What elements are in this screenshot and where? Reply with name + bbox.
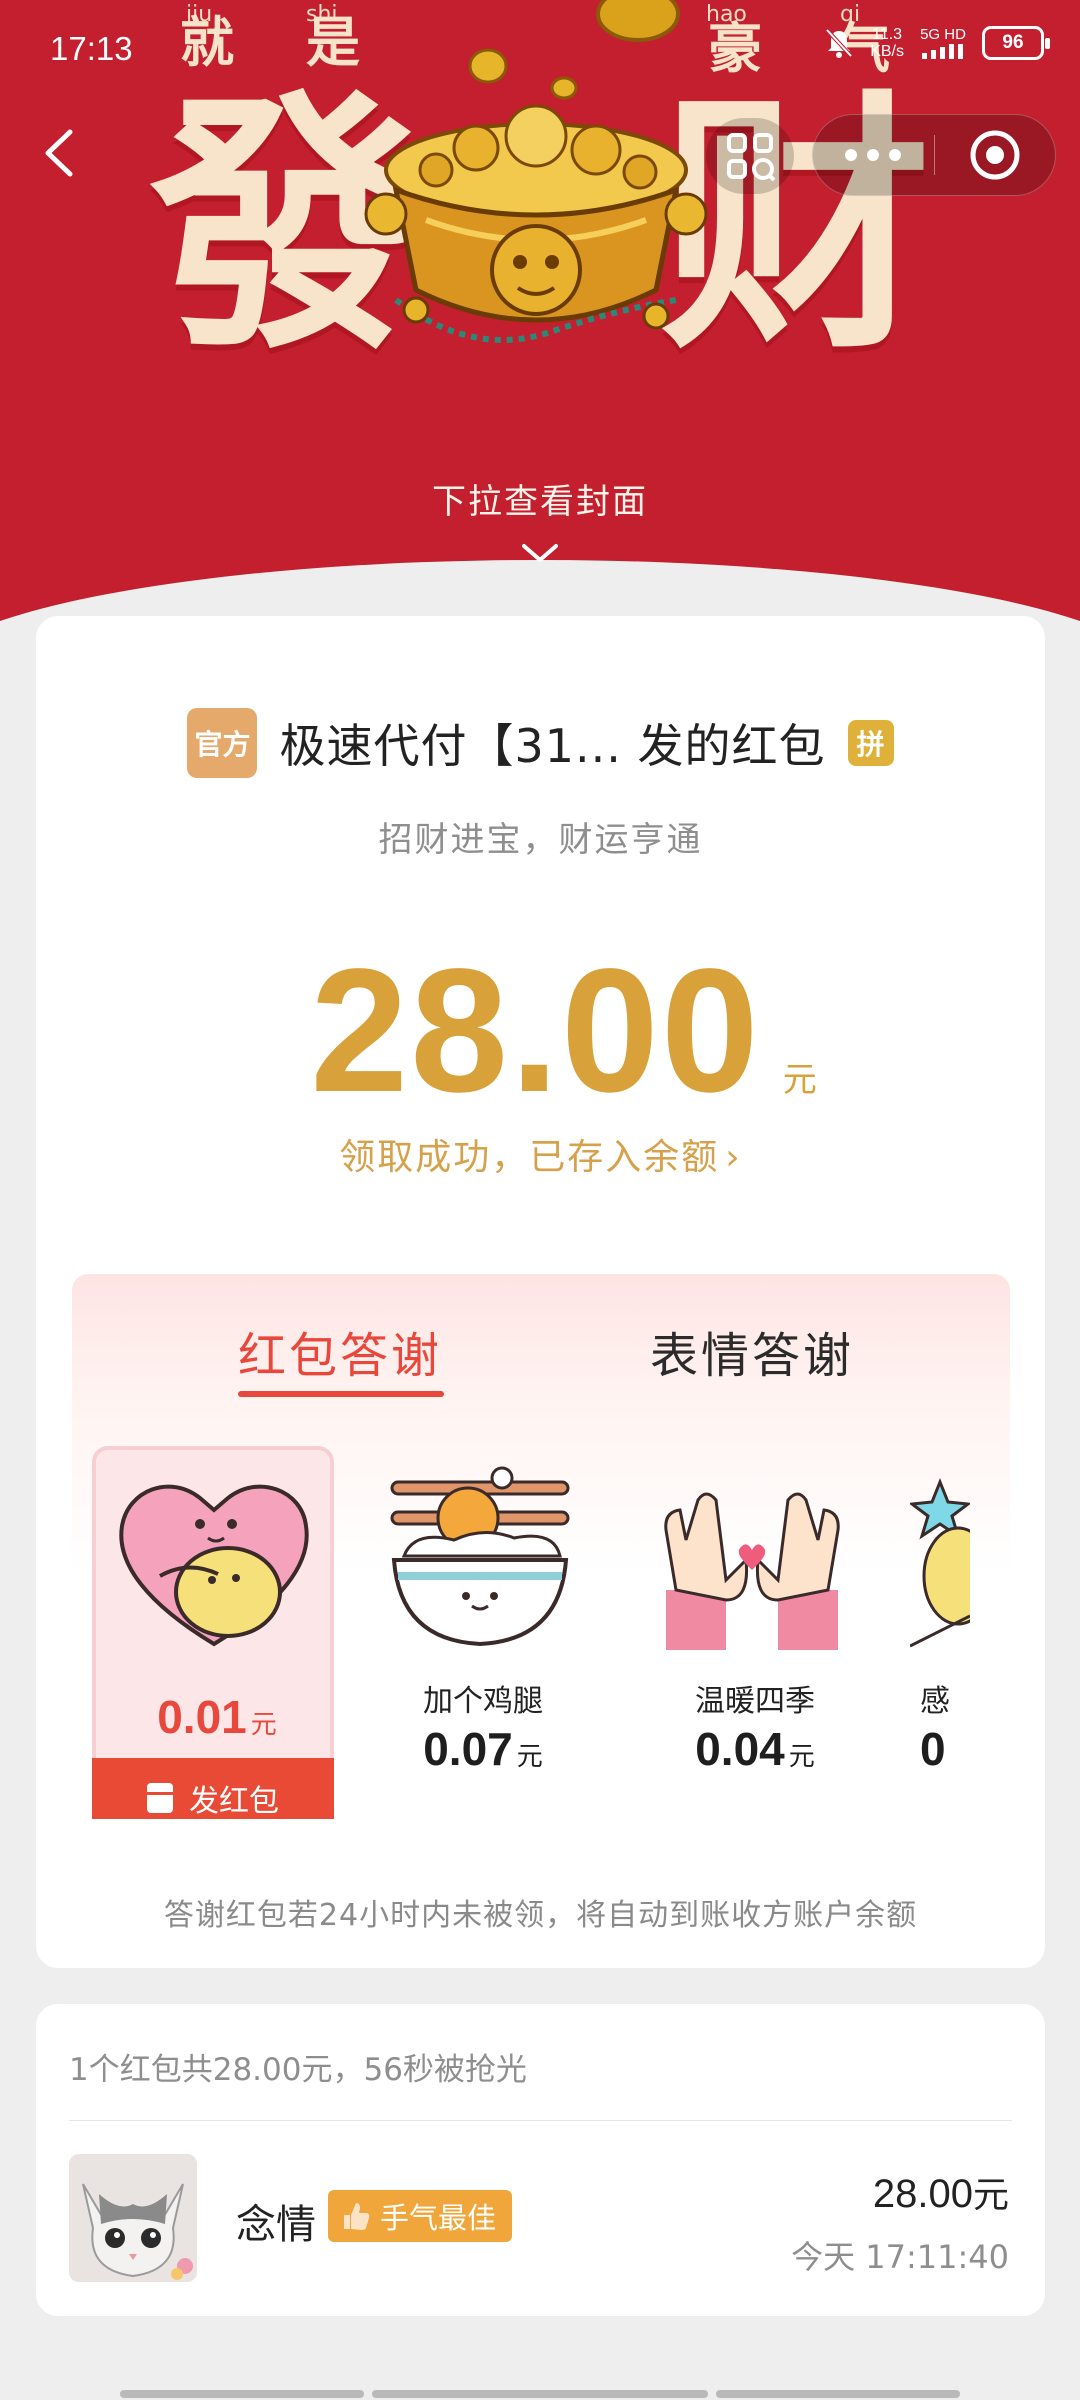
scroll-indicator bbox=[716, 2390, 960, 2398]
gift-price: 0.07 元 bbox=[362, 1722, 604, 1776]
gift-item-selected[interactable]: 0.01 元 发红包 bbox=[92, 1446, 334, 1819]
battery-indicator: 96 bbox=[982, 26, 1050, 60]
send-button-label: 发红包 bbox=[189, 1784, 279, 1819]
signal-group: 5G HD bbox=[920, 27, 966, 59]
gift-item[interactable]: 加个鸡腿 0.07 元 bbox=[362, 1446, 604, 1819]
receiver-name: 念情 bbox=[236, 2202, 316, 2248]
scroll-indicator bbox=[120, 2390, 364, 2398]
gift-name: 温暖四季 bbox=[695, 1684, 815, 1719]
received-balance-link[interactable]: 领取成功，已存入余额 › bbox=[36, 1128, 1045, 1180]
gift-price-value: 0.04 bbox=[695, 1723, 785, 1775]
tab-red-packet-thanks[interactable]: 红包答谢 bbox=[238, 1316, 442, 1386]
cover-banner: jiu 就 shi 是 hao 豪 qi 气 發 财 17:13 11.3 KB… bbox=[0, 0, 1080, 650]
best-luck-badge: 手气最佳 bbox=[328, 2190, 513, 2242]
send-red-packet-button[interactable]: 发红包 bbox=[92, 1758, 334, 1819]
gift-price: 0.01 元 bbox=[96, 1690, 338, 1744]
gift-price-value: 0.07 bbox=[423, 1723, 513, 1775]
active-tab-indicator bbox=[238, 1391, 444, 1397]
received-amount: 28.00 bbox=[310, 933, 761, 1129]
amount-row: 28.00 元 bbox=[36, 930, 1045, 1132]
network-speed-value: 11.3 bbox=[872, 26, 903, 43]
finger-heart-icon bbox=[664, 1492, 840, 1650]
gift-price: 0.04 元 bbox=[634, 1722, 876, 1776]
gift-list: 0.01 元 发红包 加个鸡腿 0.07 元 温暖四季 0.04 元 感 0 bbox=[92, 1446, 1010, 1819]
records-summary: 1个红包共28.00元，56秒被抢光 bbox=[69, 2052, 527, 2088]
heart-hug-icon bbox=[119, 1484, 309, 1647]
records-divider bbox=[69, 2120, 1012, 2121]
status-icons: 11.3 KB/s 5G HD 96 bbox=[824, 26, 1050, 60]
gift-item[interactable]: 温暖四季 0.04 元 bbox=[634, 1446, 876, 1819]
red-packet-detail-card: 官方 极速代付【31... 发的红包 拼 招财进宝，财运亨通 28.00 元 领… bbox=[36, 616, 1045, 1968]
avatar[interactable] bbox=[69, 2154, 197, 2282]
gift-price-unit: 元 bbox=[250, 1710, 277, 1740]
blessing-text: 招财进宝，财运亨通 bbox=[378, 820, 703, 860]
network-speed-unit: KB/s bbox=[870, 43, 904, 60]
chevron-right-icon: › bbox=[725, 1137, 742, 1178]
scan-code-icon bbox=[727, 133, 775, 181]
receiver-amount-unit: 元 bbox=[972, 2175, 1009, 2216]
mute-bell-icon bbox=[825, 28, 853, 58]
pin-badge: 拼 bbox=[847, 720, 894, 766]
receive-records-card: 1个红包共28.00元，56秒被抢光 念情 手气最佳 28.00元 今天 17:… bbox=[36, 2004, 1045, 2316]
status-time: 17:13 bbox=[50, 30, 133, 67]
pull-down-tip[interactable]: 下拉查看封面 bbox=[0, 474, 1080, 523]
sender-title: 极速代付【31... 发的红包 bbox=[279, 719, 826, 773]
gift-name: 感 bbox=[920, 1684, 950, 1719]
receiver-amount: 28.00元 bbox=[873, 2166, 1009, 2218]
best-luck-label: 手气最佳 bbox=[380, 2201, 497, 2235]
gift-name: 加个鸡腿 bbox=[423, 1684, 543, 1719]
more-button[interactable] bbox=[813, 115, 934, 195]
star-lantern-icon bbox=[910, 1477, 970, 1648]
miniprogram-capsule bbox=[812, 114, 1056, 196]
red-packet-icon bbox=[147, 1783, 173, 1813]
scroll-indicator bbox=[372, 2390, 708, 2398]
auto-settle-note: 答谢红包若24小时内未被领，将自动到账收方账户余额 bbox=[163, 1898, 918, 1933]
target-close-icon bbox=[970, 130, 1020, 180]
thumbs-up-icon bbox=[344, 2203, 370, 2230]
thanks-panel: 红包答谢 表情答谢 0.01 元 发红包 加个鸡腿 0.07 元 温暖四季 0.… bbox=[72, 1274, 1010, 1819]
gift-price-value: 0.01 bbox=[157, 1691, 247, 1743]
chicken-leg-rice-icon bbox=[390, 1466, 570, 1647]
back-arrow-icon[interactable] bbox=[30, 118, 86, 188]
signal-bars-icon bbox=[922, 44, 963, 59]
more-dots-icon bbox=[845, 149, 902, 161]
gift-price-unit: 元 bbox=[516, 1742, 543, 1772]
small-char-2: 是 bbox=[306, 11, 360, 74]
received-text: 领取成功，已存入余额 bbox=[339, 1137, 720, 1178]
gift-price-unit: 元 bbox=[788, 1742, 815, 1772]
close-miniprogram-button[interactable] bbox=[935, 115, 1056, 195]
official-badge: 官方 bbox=[187, 708, 258, 778]
small-char-3: 豪 bbox=[708, 17, 762, 80]
gift-item-partial[interactable]: 感 0 bbox=[910, 1446, 970, 1819]
gift-price-value: 0 bbox=[920, 1723, 946, 1775]
amount-unit: 元 bbox=[782, 1060, 817, 1100]
chevron-down-icon[interactable] bbox=[518, 540, 562, 566]
scan-code-button[interactable] bbox=[706, 118, 794, 194]
sender-row: 官方 极速代付【31... 发的红包 拼 bbox=[36, 708, 1045, 778]
network-type: 5G HD bbox=[920, 26, 966, 43]
cat-avatar-icon bbox=[69, 2154, 197, 2282]
tab-sticker-thanks[interactable]: 表情答谢 bbox=[650, 1316, 854, 1386]
receive-time: 今天 17:11:40 bbox=[791, 2238, 1009, 2276]
small-char-1: 就 bbox=[180, 11, 234, 74]
receiver-amount-value: 28.00 bbox=[872, 2172, 973, 2216]
network-speed: 11.3 KB/s bbox=[870, 26, 904, 60]
treasure-bowl-icon bbox=[364, 0, 708, 343]
